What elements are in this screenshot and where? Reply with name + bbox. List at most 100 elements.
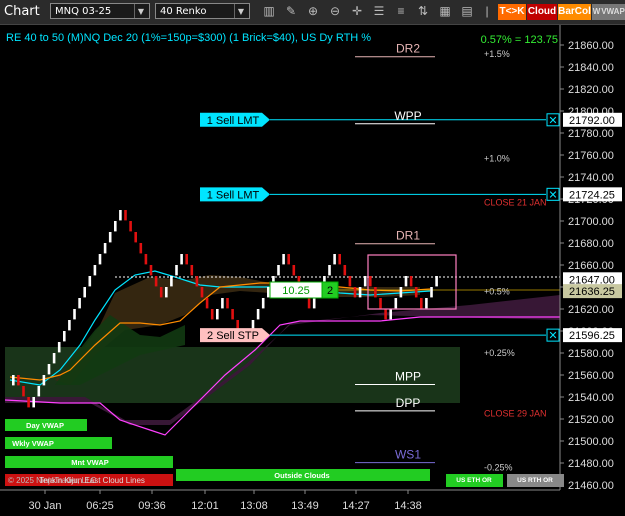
w-toggle-button[interactable]: W — [592, 4, 601, 20]
renko-brick — [343, 265, 347, 276]
separator-icon: | — [485, 4, 489, 18]
bar-type-selector[interactable]: 40 Renko ▼ — [155, 3, 250, 19]
price-flag-label: 21792.00 — [569, 115, 615, 127]
us-rth-or-label: US RTH OR — [517, 477, 553, 484]
renko-brick — [42, 375, 46, 386]
bars-icon[interactable]: ▥ — [262, 4, 276, 19]
renko-brick — [379, 298, 382, 309]
wkly-vwap-label: Wkly VWAP — [12, 439, 54, 448]
vwap-toggle-button[interactable]: VWAP — [601, 4, 625, 20]
us-eth-or-label: US ETH OR — [456, 477, 492, 484]
renko-brick — [420, 298, 423, 309]
renko-brick — [328, 265, 331, 276]
renko-brick — [180, 254, 183, 265]
renko-brick — [134, 232, 137, 243]
price-tick-label: 21700.00 — [568, 216, 614, 228]
time-axis[interactable]: 30 Jan 06:25 09:36 12:01 13:08 13:49 14:27 14:3… — [28, 490, 422, 512]
barcol-toggle-button[interactable]: BarCol — [558, 4, 591, 20]
renko-brick — [409, 276, 413, 287]
order-label: 2 Sell STP — [207, 330, 259, 342]
qty-value: 2 — [327, 285, 333, 297]
renko-brick — [83, 287, 86, 298]
pencil-icon[interactable]: ✎ — [284, 4, 298, 19]
percent-label: CLOSE 21 JAN — [484, 197, 547, 207]
pivot-label: DPP — [396, 396, 421, 410]
list-icon[interactable]: ▤ — [460, 4, 474, 19]
pivot-label: DR2 — [396, 42, 420, 56]
crosshair-icon[interactable]: ✛ — [350, 4, 364, 19]
bar-type-value: 40 Renko — [160, 6, 207, 17]
zoom-in-icon[interactable]: ⊕ — [306, 4, 320, 19]
renko-brick — [430, 287, 433, 298]
renko-brick — [226, 298, 229, 309]
renko-brick — [435, 276, 438, 287]
renko-brick — [103, 243, 107, 254]
chart-toolbar: Chart MNQ 03-25 ▼ 40 Renko ▼ ▥ ✎ ⊕ ⊖ ✛ ☰… — [0, 0, 625, 25]
renko-brick — [149, 265, 153, 276]
renko-brick — [175, 265, 178, 276]
grid-icon[interactable]: ▦ — [438, 4, 452, 19]
percent-label: -0.25% — [484, 462, 513, 472]
zoom-out-icon[interactable]: ⊖ — [328, 4, 342, 19]
renko-brick — [221, 298, 224, 309]
renko-brick — [205, 298, 209, 309]
price-axis[interactable]: 21860.0021840.0021820.0021800.0021780.00… — [560, 40, 614, 492]
percent-label: +0.5% — [484, 286, 510, 296]
properties-icon[interactable]: ☰ — [372, 4, 386, 19]
price-tick-label: 21540.00 — [568, 392, 614, 404]
renko-brick — [154, 276, 158, 287]
pnl-value: 10.25 — [282, 285, 310, 297]
renko-brick — [185, 254, 188, 265]
renko-brick — [32, 397, 35, 408]
time-tick-label: 14:27 — [342, 500, 370, 512]
time-tick-label: 13:08 — [240, 500, 268, 512]
chevron-down-icon: ▼ — [134, 4, 147, 18]
renko-brick — [12, 375, 15, 386]
renko-brick — [216, 309, 219, 320]
renko-brick — [338, 254, 341, 265]
price-tick-label: 21860.00 — [568, 40, 614, 52]
renko-brick — [425, 298, 428, 309]
renko-brick — [68, 320, 71, 331]
renko-brick — [63, 331, 66, 342]
renko-brick — [144, 254, 148, 265]
close-icon: ✕ — [548, 189, 557, 201]
renko-brick — [414, 287, 418, 298]
order-label: 1 Sell LMT — [207, 189, 260, 201]
percent-label: CLOSE 29 JAN — [484, 409, 547, 419]
renko-brick — [37, 386, 41, 397]
renko-brick — [374, 287, 377, 298]
pivot-label: WPP — [394, 109, 421, 123]
renko-brick — [119, 210, 122, 221]
time-tick-label: 13:49 — [291, 500, 319, 512]
price-tick-label: 21460.00 — [568, 480, 614, 492]
day-vwap-label: Day VWAP — [26, 421, 64, 430]
renko-brick — [312, 298, 316, 309]
renko-brick — [277, 265, 280, 276]
close-icon: ✕ — [548, 115, 557, 127]
price-tick-label: 21780.00 — [568, 128, 614, 140]
renko-brick — [22, 386, 25, 397]
strategy-icon[interactable]: ≡ — [394, 4, 408, 19]
renko-brick — [389, 309, 392, 320]
price-tick-label: 21500.00 — [568, 436, 614, 448]
cloud-toggle-button[interactable]: Cloud — [527, 4, 557, 20]
time-tick-label: 09:36 — [138, 500, 166, 512]
chart-trader-icon[interactable]: ⇅ — [416, 4, 430, 19]
mnt-vwap-label: Mnt VWAP — [71, 458, 109, 467]
renko-brick — [93, 265, 97, 276]
time-tick-label: 12:01 — [191, 500, 219, 512]
renko-chart[interactable]: 21860.0021840.0021820.0021800.0021780.00… — [0, 25, 625, 516]
tk-toggle-button[interactable]: T<>K — [498, 4, 526, 20]
renko-brick — [363, 276, 367, 287]
position-marker[interactable]: 10.25 2 — [269, 281, 339, 299]
renko-brick — [190, 265, 194, 276]
renko-brick — [333, 254, 336, 265]
price-flag-label: 21724.25 — [569, 189, 615, 201]
chevron-down-icon: ▼ — [234, 4, 247, 18]
renko-brick — [384, 309, 387, 320]
renko-brick — [73, 309, 76, 320]
price-tick-label: 21680.00 — [568, 238, 614, 250]
instrument-selector[interactable]: MNQ 03-25 ▼ — [50, 3, 150, 19]
renko-brick — [52, 353, 56, 364]
